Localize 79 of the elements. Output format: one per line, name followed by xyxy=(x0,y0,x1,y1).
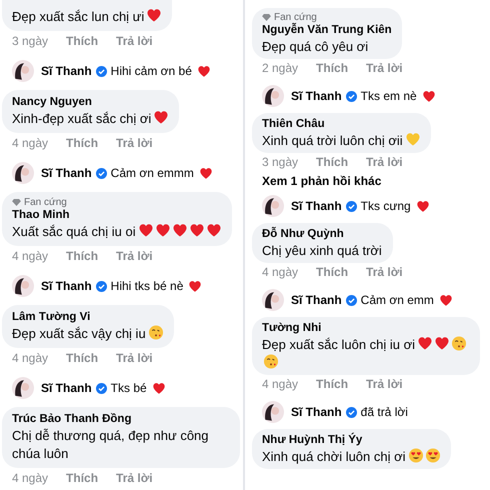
commenter-name[interactable]: Thiên Châu xyxy=(262,117,421,132)
avatar[interactable] xyxy=(12,162,34,184)
kiss-emoji-icon xyxy=(451,336,468,351)
reply-author[interactable]: Sĩ Thanh xyxy=(291,199,342,213)
comment-time: 4 ngày xyxy=(262,265,298,281)
commenter-name[interactable]: Tường Nhi xyxy=(262,321,470,336)
reply-author[interactable]: Sĩ Thanh xyxy=(41,166,92,180)
avatar[interactable] xyxy=(12,275,34,297)
heart-icon xyxy=(154,223,171,238)
comment-text: Đẹp xuất sắc lun chị ưi xyxy=(12,9,144,24)
comment-text: Xinh-đẹp xuất sắc chị ơi xyxy=(12,111,152,126)
diamond-icon xyxy=(262,14,271,21)
avatar[interactable] xyxy=(12,377,34,399)
commenter-name[interactable]: Nancy Nguyen xyxy=(12,95,170,110)
comment-time: 4 ngày xyxy=(12,249,48,265)
heart-icon xyxy=(206,223,222,238)
comment-time: 4 ngày xyxy=(12,136,48,152)
heart-icon xyxy=(188,280,202,292)
kiss-emoji-icon xyxy=(263,354,279,369)
heart-eyes-emoji-icon xyxy=(424,448,441,463)
reply-text: Tks bé xyxy=(110,381,147,395)
comment-text: Xinh quá chời luôn chị ơi xyxy=(262,449,406,464)
comment-text: Đẹp xuất sắc luôn chị iu ơi xyxy=(262,337,416,352)
commenter-name[interactable]: Trúc Bảo Thanh Đồng xyxy=(12,412,230,427)
avatar[interactable] xyxy=(262,401,284,423)
heart-icon xyxy=(438,294,453,306)
heart-eyes-emoji-icon xyxy=(408,448,424,463)
comment-text: Đẹp quá cô yêu ơi xyxy=(262,39,368,54)
heart-icon xyxy=(417,336,434,351)
comment-text: Xinh quá trời luôn chị ơii xyxy=(262,133,403,148)
comment-time: 4 ngày xyxy=(262,377,298,393)
avatar[interactable] xyxy=(262,85,284,107)
heart-icon xyxy=(422,90,436,102)
commenter-name[interactable]: Thao Minh xyxy=(12,208,222,223)
heart-icon xyxy=(404,132,421,147)
comment-text: Đẹp xuất sắc vậy chị iu xyxy=(12,326,146,341)
more-replies-link[interactable]: Xem 1 phản hồi khác xyxy=(262,174,382,188)
comment-text: Chị yêu xinh quá trời xyxy=(262,243,382,258)
comment-time: 2 ngày xyxy=(262,61,298,77)
reply-author[interactable]: Sĩ Thanh xyxy=(291,293,342,307)
reply-text: Cảm ơn emmm xyxy=(110,166,194,180)
reply-text: Hihi cảm ơn bé xyxy=(110,64,192,78)
reply-text: Tks cưng xyxy=(360,199,411,213)
reply-text: Cảm ơn emm xyxy=(360,293,434,307)
heart-icon xyxy=(188,223,205,238)
heart-icon xyxy=(416,200,430,212)
heart-icon xyxy=(434,336,450,351)
reply-author[interactable]: Sĩ Thanh xyxy=(291,405,342,419)
fan-label: Fan cứng xyxy=(24,197,67,208)
commenter-name[interactable]: Như Huỳnh Thị Ýy xyxy=(262,433,441,448)
reply-text: đã trả lời xyxy=(360,405,408,419)
kiss-emoji-icon xyxy=(148,325,164,340)
reply-author[interactable]: Sĩ Thanh xyxy=(41,279,92,293)
reply-author[interactable]: Sĩ Thanh xyxy=(41,381,92,395)
reply-text: Hihi tks bé nè xyxy=(110,279,184,293)
reply-author[interactable]: Sĩ Thanh xyxy=(291,89,342,103)
comment-time: 3 ngày xyxy=(262,155,298,171)
fan-label: Fan cứng xyxy=(274,12,317,23)
heart-icon xyxy=(153,110,170,125)
reply-author[interactable]: Sĩ Thanh xyxy=(41,64,92,78)
comment-time: 4 ngày xyxy=(12,351,48,367)
heart-icon xyxy=(146,8,162,23)
avatar[interactable] xyxy=(262,289,284,311)
comment-text: Xuất sắc quá chị iu oi xyxy=(12,224,136,239)
commenter-name[interactable]: Đỗ Như Quỳnh xyxy=(262,227,383,242)
diamond-icon xyxy=(12,199,21,206)
heart-icon xyxy=(172,223,188,238)
commenter-name[interactable]: Lâm Tường Vi xyxy=(12,310,164,325)
comment-text: Chị dễ thương quá, đẹp như công chúa luôn xyxy=(12,428,209,461)
reply-text: Tks em nè xyxy=(360,89,417,103)
heart-icon xyxy=(196,64,211,78)
heart-icon xyxy=(198,166,213,180)
comment-time: 3 ngày xyxy=(12,34,48,50)
avatar[interactable] xyxy=(12,60,34,82)
heart-icon xyxy=(152,382,166,394)
commenter-name[interactable]: Nguyễn Văn Trung Kiên xyxy=(262,23,392,38)
heart-icon xyxy=(138,223,154,238)
avatar[interactable] xyxy=(262,195,284,217)
comment-time: 4 ngày xyxy=(12,471,48,487)
